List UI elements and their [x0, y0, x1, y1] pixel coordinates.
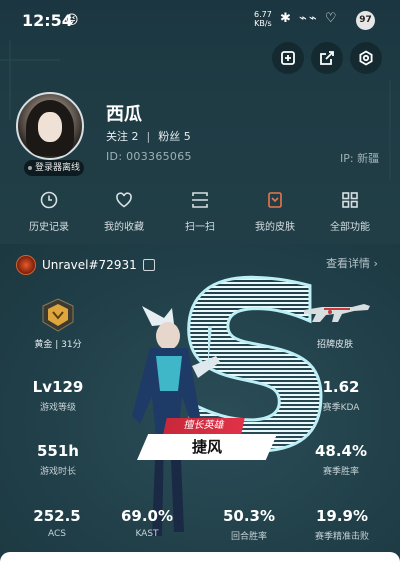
stat-round-win: 50.3% 回合胜率	[216, 507, 282, 542]
stat-winrate: 48.4% 赛季胜率	[308, 442, 374, 477]
stat-headshot: 19.9% 赛季精准击败	[304, 507, 380, 542]
avatar[interactable]	[16, 92, 84, 160]
status-dot-icon	[27, 165, 32, 170]
network-speed: 6.77 KB/s	[254, 10, 272, 28]
rank-label: 黄金 | 31分	[34, 340, 82, 350]
bluetooth-icon: ✱	[280, 11, 293, 26]
stat-value: 1.62	[322, 378, 360, 396]
menu-item-label: 全部功能	[330, 222, 370, 233]
stat-label: 赛季胜率	[322, 467, 359, 477]
scan-icon	[192, 192, 208, 208]
skin-icon	[268, 192, 282, 208]
user-id-value: 003365065	[126, 150, 192, 163]
menu-item-skins[interactable]: 我的皮肤	[240, 190, 310, 233]
stat-label: 游戏等级	[39, 403, 76, 413]
game-avatar-icon	[16, 255, 36, 275]
menu-item-scan[interactable]: 扫一扫	[165, 190, 235, 233]
ip-value: 新疆	[357, 152, 380, 165]
add-square-icon	[281, 51, 295, 65]
ip-location: IP: 新疆	[340, 150, 379, 166]
stat-level: Lv129 游戏等级	[25, 378, 91, 413]
gear-icon	[359, 50, 373, 66]
stat-acs: 252.5 ACS	[24, 507, 90, 539]
login-status-text: 登录器离线	[34, 163, 80, 173]
bottom-sheet-edge	[0, 552, 400, 572]
follow-count[interactable]: 关注 2	[106, 130, 139, 143]
separator: |	[146, 130, 151, 143]
stat-value: 252.5	[33, 507, 81, 525]
menu-item-history[interactable]: 历史记录	[14, 190, 84, 233]
stat-value: 48.4%	[314, 442, 368, 460]
follow-stats: 关注 2 | 粉丝 5	[106, 128, 191, 144]
heart-icon: ♡	[324, 11, 339, 26]
menu-item-label: 我的皮肤	[255, 222, 295, 233]
stat-label: 赛季KDA	[322, 403, 360, 413]
stat-label: KAST	[135, 529, 159, 539]
menu-item-favorites[interactable]: 我的收藏	[89, 190, 159, 233]
heart-icon	[116, 192, 132, 208]
user-id: ID: 003365065	[106, 150, 192, 163]
chevron-right-icon: ›	[373, 257, 378, 270]
stat-label: 游戏时长	[39, 467, 76, 477]
stat-value: 551h	[37, 442, 79, 460]
stat-label: 回合胜率	[230, 532, 267, 542]
hero-name[interactable]: 捷风	[137, 434, 277, 460]
stat-value: 50.3%	[222, 507, 276, 525]
settings-button[interactable]	[350, 42, 382, 74]
stat-label: 赛季精准击败	[314, 532, 369, 542]
hero-tag: 擅长英雄	[163, 418, 245, 434]
status-icons: ✱ ⌁⌁ ♡	[280, 11, 339, 26]
signal-icon: ⌁⌁	[299, 11, 319, 26]
share-button[interactable]	[311, 42, 343, 74]
fans-count[interactable]: 粉丝 5	[158, 130, 191, 143]
stat-playtime: 551h 游戏时长	[25, 442, 91, 477]
stat-kda: 1.62 赛季KDA	[308, 378, 374, 413]
menu-item-label: 我的收藏	[104, 222, 144, 233]
user-id-label: ID:	[106, 150, 123, 163]
share-icon	[320, 51, 334, 65]
stat-kast: 69.0% KAST	[114, 507, 180, 539]
add-game-button[interactable]	[272, 42, 304, 74]
menu-item-label: 扫一扫	[185, 222, 215, 233]
skin-label: 招牌皮肤	[316, 340, 353, 350]
stat-value: 19.9%	[315, 507, 369, 525]
weapon-skin-icon	[304, 304, 370, 322]
network-speed-unit: KB/s	[254, 19, 272, 28]
game-account-name: Unravel#72931	[42, 258, 137, 272]
menu-item-label: 历史记录	[29, 222, 69, 233]
history-icon	[40, 191, 58, 209]
status-emoji: 😝	[65, 13, 79, 28]
login-status-badge: 登录器离线	[24, 160, 84, 176]
grid-icon	[342, 192, 358, 208]
stat-label: ACS	[48, 529, 66, 539]
game-account[interactable]: Unravel#72931	[16, 255, 155, 275]
stat-value: 69.0%	[120, 507, 174, 525]
username: 西瓜	[106, 104, 142, 125]
ip-label: IP:	[340, 152, 354, 165]
avatar-face	[38, 112, 62, 142]
view-details-link[interactable]: 查看详情 ›	[326, 255, 378, 271]
menu-item-all-functions[interactable]: 全部功能	[315, 190, 385, 233]
network-speed-value: 6.77	[254, 10, 272, 19]
battery-indicator: 97	[356, 11, 375, 30]
view-details-label: 查看详情	[326, 257, 370, 270]
stat-value: Lv129	[32, 378, 84, 396]
gold-rank-icon	[42, 298, 74, 332]
